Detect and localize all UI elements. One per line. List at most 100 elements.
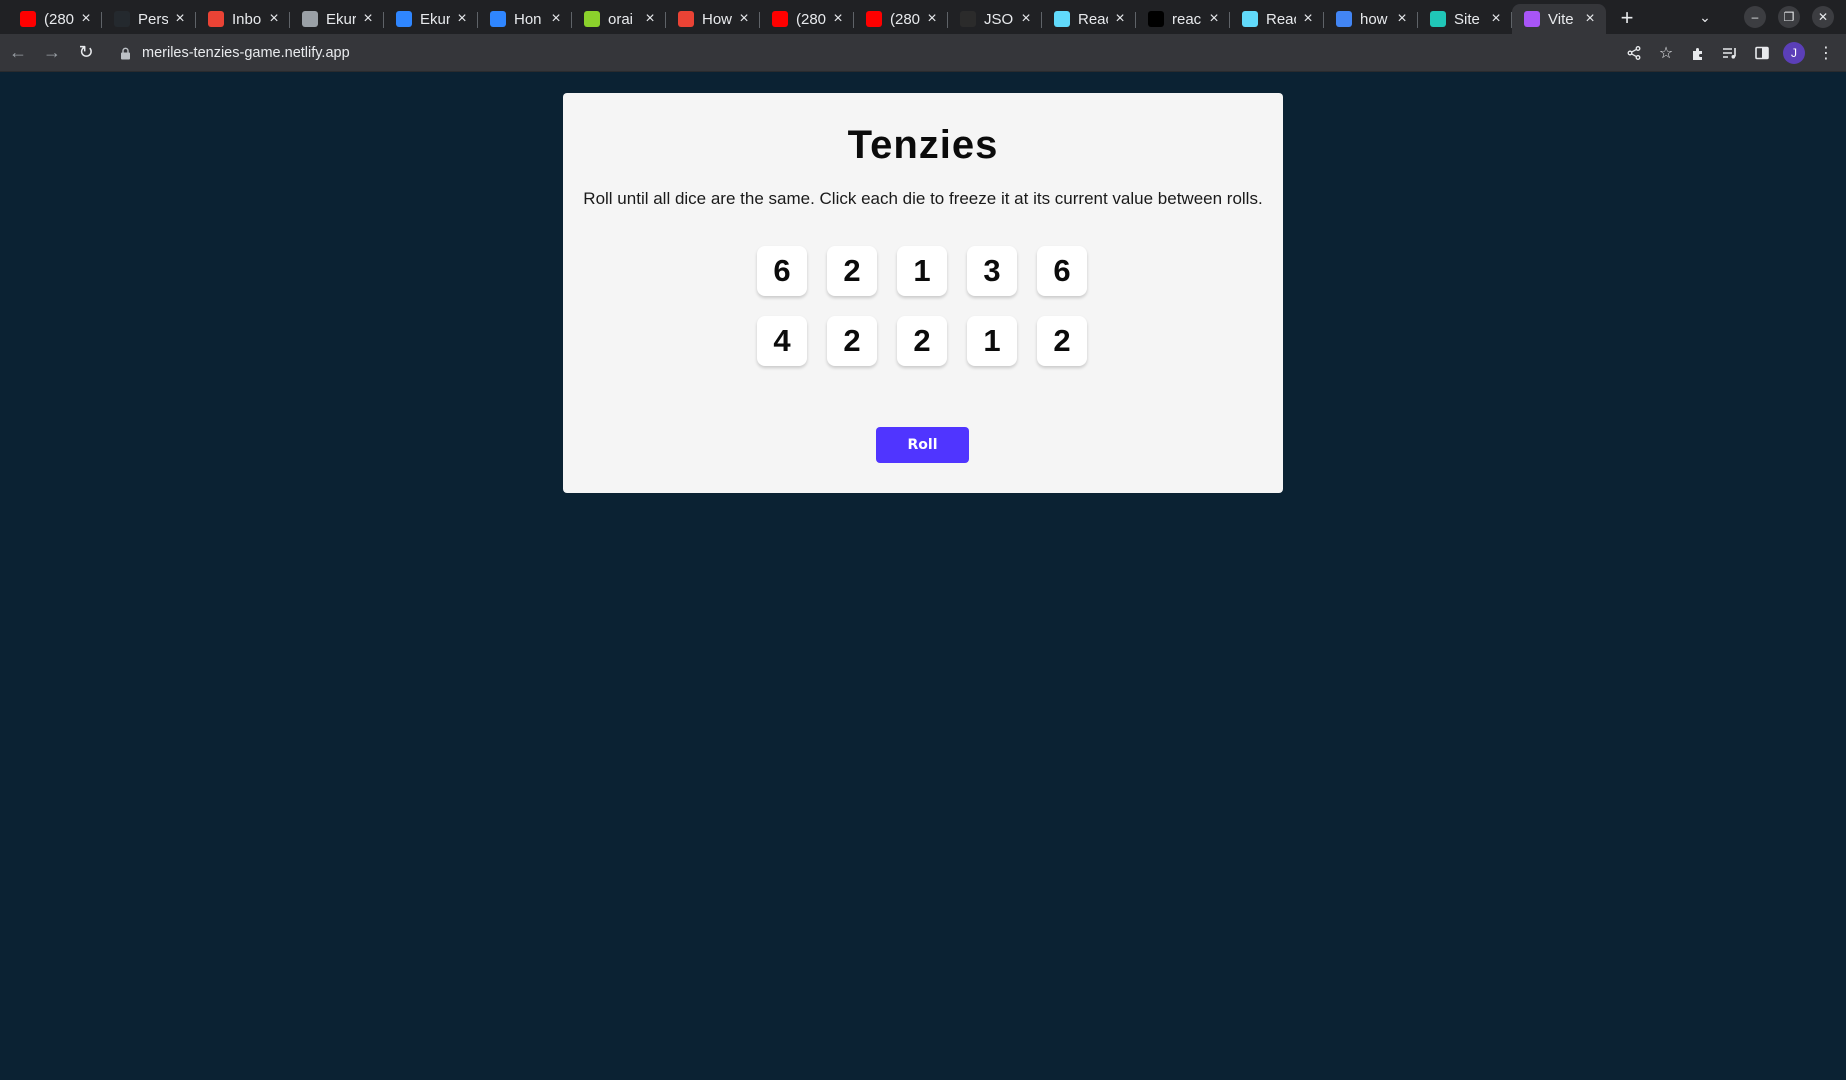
close-tab-icon[interactable]: × — [736, 10, 752, 27]
die[interactable]: 3 — [967, 246, 1017, 296]
netlify-icon — [1430, 11, 1446, 27]
tab-search-icon[interactable]: ⌄ — [1694, 6, 1716, 28]
browser-tab[interactable]: Reac× — [1042, 4, 1136, 34]
tenzies-card: Tenzies Roll until all dice are the same… — [563, 93, 1283, 493]
google-icon — [1336, 11, 1352, 27]
vite-icon — [1524, 11, 1540, 27]
tab-title: Reac — [1078, 10, 1108, 28]
close-tab-icon[interactable]: × — [266, 10, 282, 27]
window-controls: ⌄ – ❐ ✕ — [1694, 0, 1846, 34]
reload-icon[interactable]: ↻ — [70, 37, 102, 69]
browser-tab[interactable]: Hon × — [478, 4, 572, 34]
browser-tab[interactable]: How × — [666, 4, 760, 34]
canva-icon — [490, 11, 506, 27]
tab-title: JSOI — [984, 10, 1014, 28]
image-icon — [302, 11, 318, 27]
die[interactable]: 1 — [967, 316, 1017, 366]
close-tab-icon[interactable]: × — [454, 10, 470, 27]
close-tab-icon[interactable]: × — [1488, 10, 1504, 27]
close-tab-icon[interactable]: × — [830, 10, 846, 27]
die[interactable]: 4 — [757, 316, 807, 366]
die[interactable]: 1 — [897, 246, 947, 296]
extensions-icon[interactable] — [1682, 37, 1714, 69]
browser-tab[interactable]: reac × — [1136, 4, 1230, 34]
close-tab-icon[interactable]: × — [642, 10, 658, 27]
tab-title: How — [702, 10, 732, 28]
canva-icon — [396, 11, 412, 27]
tab-title: Hon — [514, 10, 542, 28]
json-icon — [960, 11, 976, 27]
close-tab-icon[interactable]: × — [172, 10, 188, 27]
tab-title: Vite — [1548, 10, 1574, 28]
tab-title: reac — [1172, 10, 1202, 28]
browser-tab[interactable]: (280 × — [854, 4, 948, 34]
youtube-icon — [772, 11, 788, 27]
browser-tab[interactable]: Vite × — [1512, 4, 1606, 34]
new-tab-button[interactable]: + — [1612, 3, 1642, 33]
game-title: Tenzies — [847, 123, 999, 167]
youtube-icon — [20, 11, 36, 27]
close-tab-icon[interactable]: × — [1582, 10, 1598, 27]
back-icon[interactable]: ← — [2, 37, 34, 69]
die[interactable]: 2 — [897, 316, 947, 366]
close-tab-icon[interactable]: × — [78, 10, 94, 27]
browser-tab[interactable]: Pers × — [102, 4, 196, 34]
address-bar[interactable]: meriles-tenzies-game.netlify.app — [110, 37, 1570, 69]
tab-title: (280 — [44, 10, 74, 28]
react-icon — [1242, 11, 1258, 27]
tab-title: Ekur — [420, 10, 450, 28]
close-tab-icon[interactable]: × — [548, 10, 564, 27]
tab-title: Pers — [138, 10, 168, 28]
browser-tab[interactable]: Ekur × — [290, 4, 384, 34]
tab-title: Ekur — [326, 10, 356, 28]
die[interactable]: 6 — [1037, 246, 1087, 296]
lock-icon[interactable] — [120, 46, 134, 60]
profile-avatar[interactable]: J — [1783, 42, 1805, 64]
close-tab-icon[interactable]: × — [1112, 10, 1128, 27]
bookmark-star-icon[interactable]: ☆ — [1650, 37, 1682, 69]
vercel-icon — [1148, 11, 1164, 27]
browser-tab[interactable]: (280 × — [8, 4, 102, 34]
die[interactable]: 2 — [827, 246, 877, 296]
die[interactable]: 2 — [827, 316, 877, 366]
share-icon[interactable] — [1618, 37, 1650, 69]
close-tab-icon[interactable]: × — [1394, 10, 1410, 27]
roll-button[interactable]: Roll — [876, 427, 969, 463]
die[interactable]: 6 — [757, 246, 807, 296]
browser-tab[interactable]: how × — [1324, 4, 1418, 34]
browser-tab[interactable]: (280 × — [760, 4, 854, 34]
close-tab-icon[interactable]: × — [360, 10, 376, 27]
close-tab-icon[interactable]: × — [1206, 10, 1222, 27]
close-tab-icon[interactable]: × — [924, 10, 940, 27]
tab-title: Reac — [1266, 10, 1296, 28]
youtube-icon — [866, 11, 882, 27]
more-menu-icon[interactable]: ⋮ — [1810, 37, 1842, 69]
browser-tab[interactable]: Inbo × — [196, 4, 290, 34]
toolbar-actions: ☆ J ⋮ — [1618, 34, 1846, 72]
tab-title: Site — [1454, 10, 1480, 28]
browser-tab[interactable]: Reac× — [1230, 4, 1324, 34]
forward-icon[interactable]: → — [36, 37, 68, 69]
browser-tab-strip: (280 × Pers × Inbo × Ekur × Ekur × Hon × orai × How × (2… — [0, 0, 1846, 34]
react-icon — [1054, 11, 1070, 27]
close-window-icon[interactable]: ✕ — [1812, 6, 1834, 28]
side-panel-icon[interactable] — [1746, 37, 1778, 69]
tab-title: orai — [608, 10, 634, 28]
tab-title: (280 — [890, 10, 920, 28]
close-tab-icon[interactable]: × — [1018, 10, 1034, 27]
die[interactable]: 2 — [1037, 316, 1087, 366]
browser-tab[interactable]: Site × — [1418, 4, 1512, 34]
dice-grid: 6213642212 — [757, 246, 1087, 366]
game-instructions: Roll until all dice are the same. Click … — [583, 189, 1263, 208]
gmail-icon — [678, 11, 694, 27]
minimize-icon[interactable]: – — [1744, 6, 1766, 28]
browser-tab[interactable]: orai × — [572, 4, 666, 34]
close-tab-icon[interactable]: × — [1300, 10, 1316, 27]
browser-tab[interactable]: JSOI× — [948, 4, 1042, 34]
media-queue-icon[interactable] — [1714, 37, 1746, 69]
url-text[interactable]: meriles-tenzies-game.netlify.app — [142, 45, 350, 61]
ring-icon — [584, 11, 600, 27]
gmail-icon — [208, 11, 224, 27]
restore-icon[interactable]: ❐ — [1778, 6, 1800, 28]
browser-tab[interactable]: Ekur × — [384, 4, 478, 34]
